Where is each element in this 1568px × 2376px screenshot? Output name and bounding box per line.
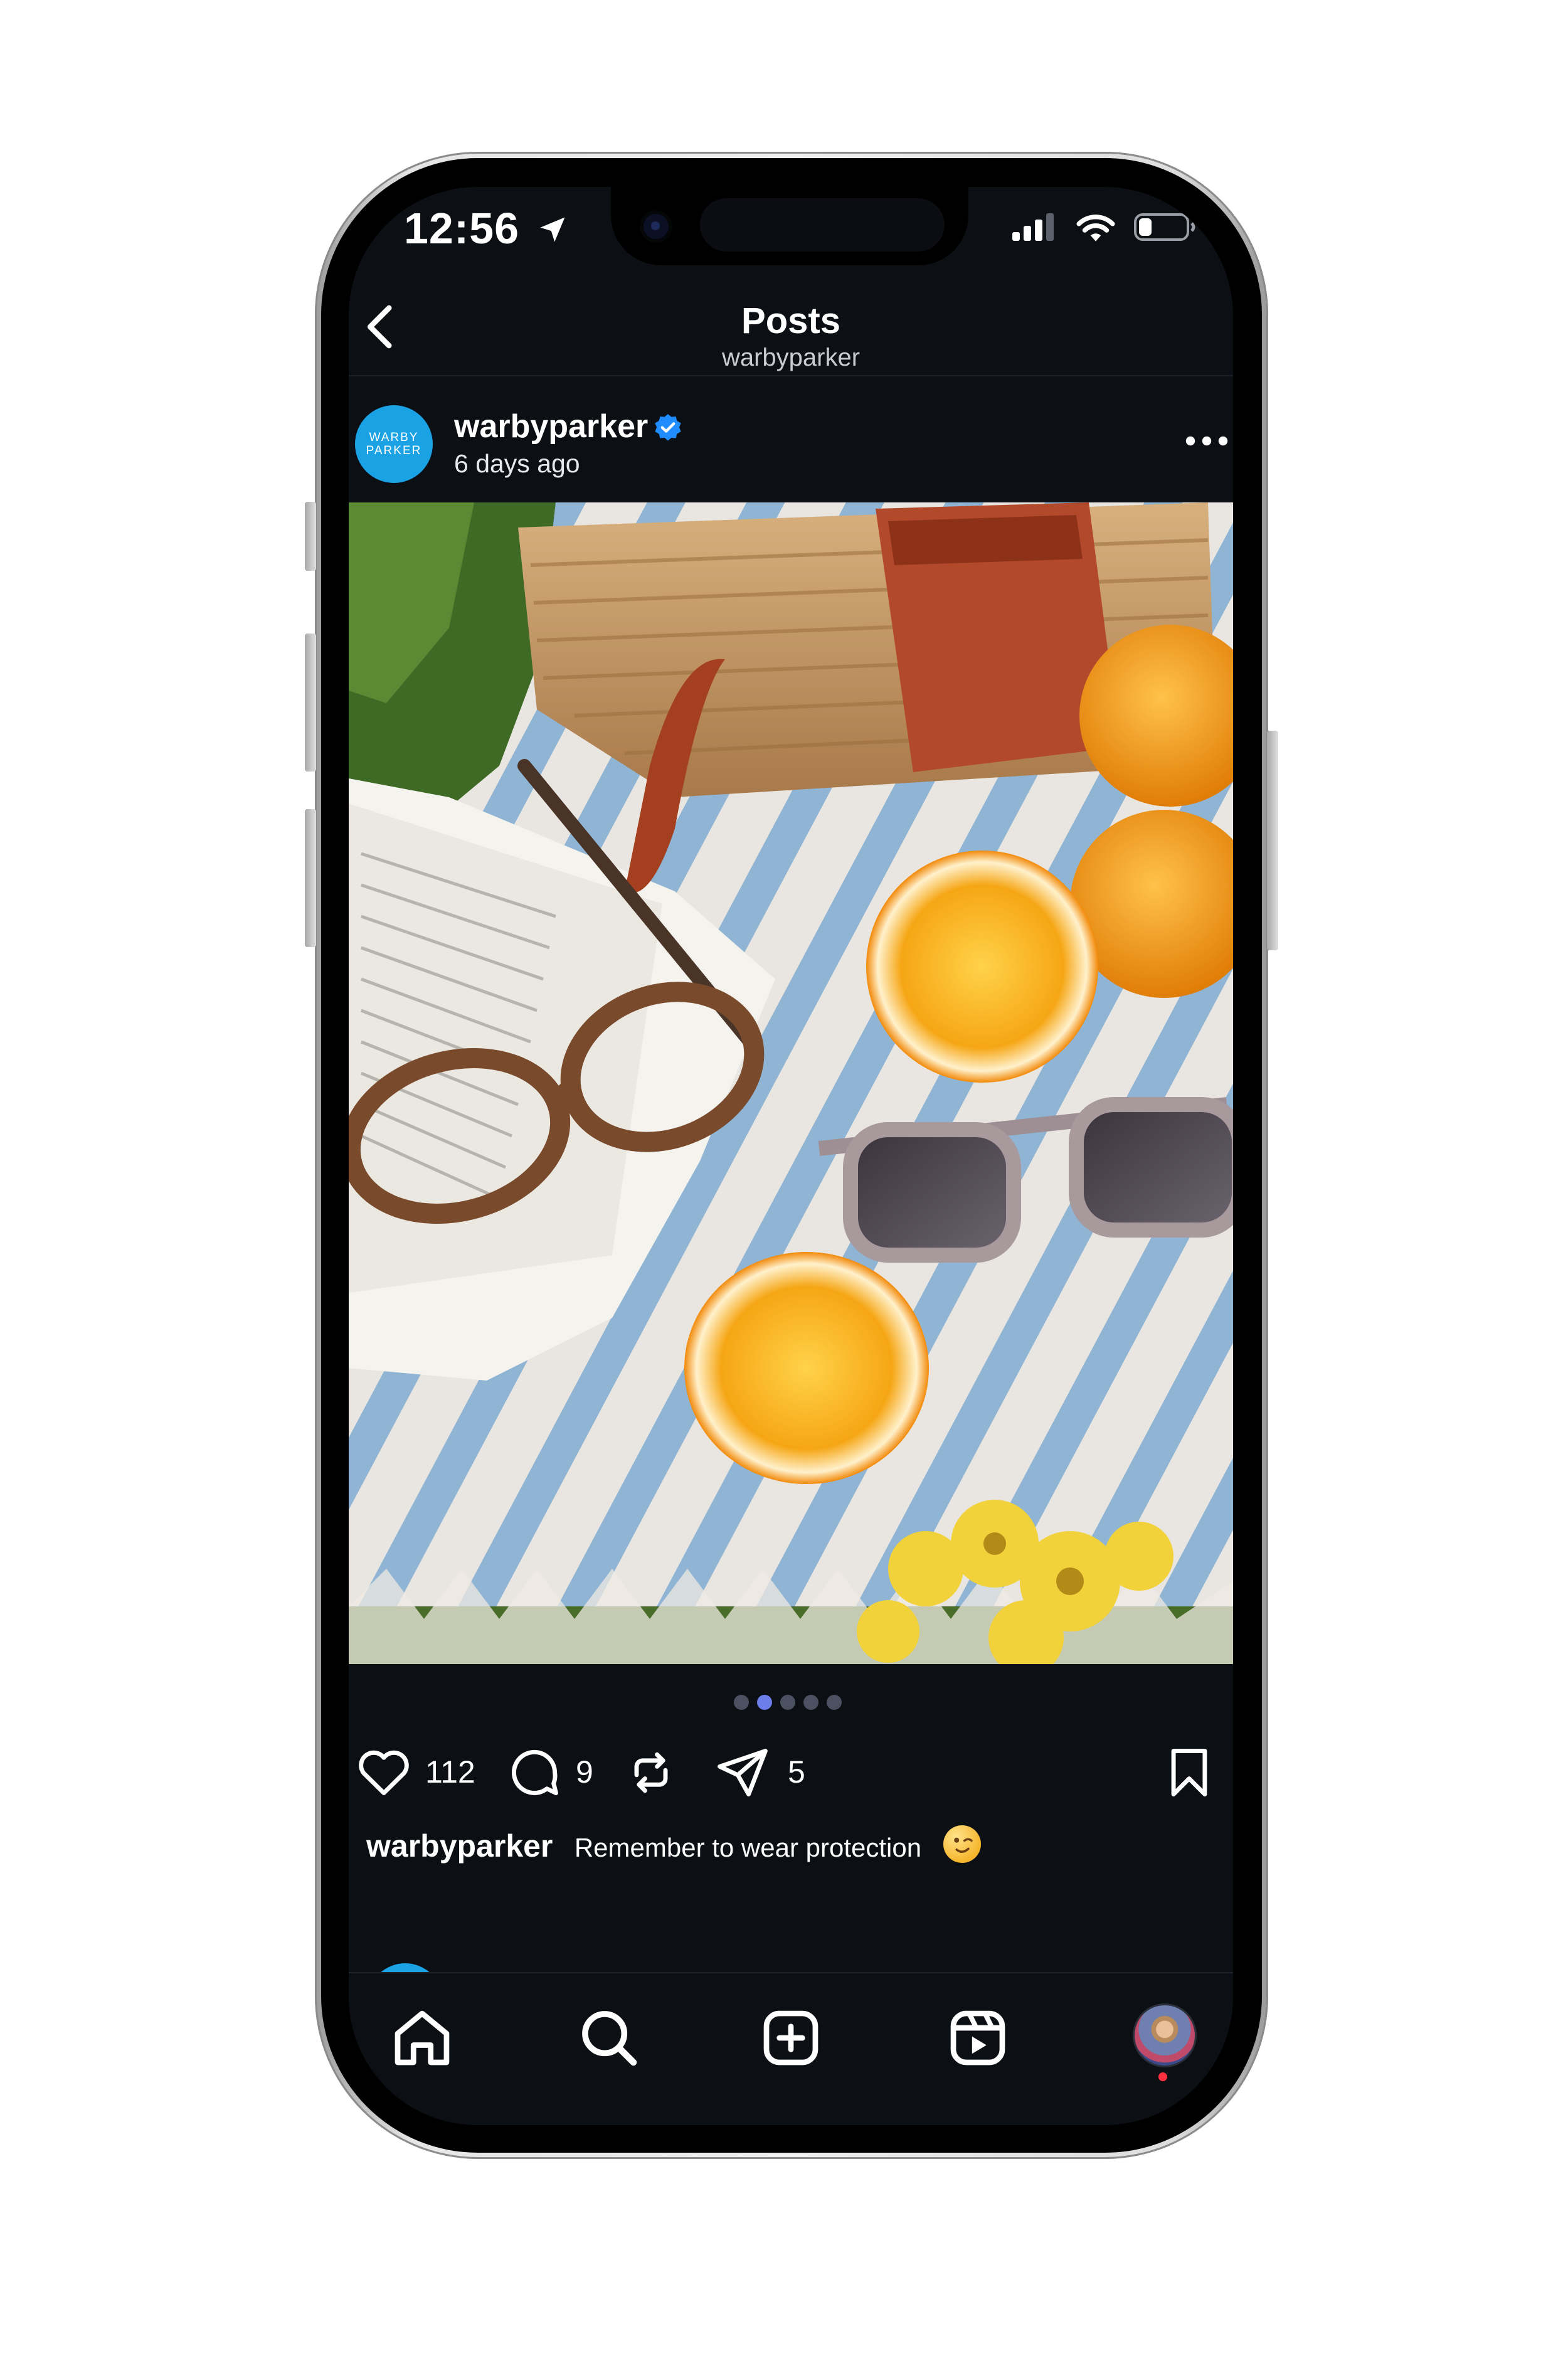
- repost-icon[interactable]: [622, 1744, 680, 1801]
- carousel-dot: [827, 1695, 842, 1710]
- page-title: Posts: [741, 300, 840, 341]
- winking-face-emoji: [943, 1825, 981, 1863]
- carousel-dot-active: [757, 1695, 772, 1710]
- power-button: [1267, 731, 1278, 950]
- post-actions: 112 9 5: [349, 1736, 1233, 1805]
- create-icon[interactable]: [756, 2003, 825, 2072]
- tab-bar: [349, 1972, 1233, 2125]
- bookmark-icon[interactable]: [1160, 1744, 1218, 1801]
- cellular-signal-icon: [1012, 213, 1054, 241]
- post-username[interactable]: warbyparker: [454, 408, 648, 445]
- post-time: 6 days ago: [454, 449, 580, 478]
- wifi-icon: [1076, 215, 1115, 241]
- heart-icon[interactable]: [355, 1744, 413, 1801]
- carousel-dot: [780, 1695, 795, 1710]
- home-icon[interactable]: [388, 2003, 457, 2072]
- location-arrow-icon: [540, 217, 564, 242]
- carousel-indicator: [734, 1695, 842, 1710]
- silent-switch: [305, 502, 316, 571]
- front-camera: [644, 214, 669, 239]
- post-photo[interactable]: [349, 502, 1233, 1664]
- page-subtitle[interactable]: warbyparker: [349, 344, 1233, 372]
- screen: 12:56 Posts warbyparker WARBY PARKER war…: [349, 187, 1233, 2125]
- post-caption: warbyparker Remember to wear protection: [366, 1825, 981, 1864]
- volume-down-button: [305, 809, 316, 947]
- avatar-text-line-1: WARBY: [369, 431, 419, 444]
- share-count[interactable]: 5: [788, 1754, 805, 1790]
- status-icons: [1012, 208, 1197, 246]
- status-time: 12:56: [404, 203, 569, 253]
- posts-header: Posts warbyparker: [349, 281, 1233, 376]
- reels-icon[interactable]: [943, 2003, 1012, 2072]
- battery-icon: [1134, 213, 1195, 241]
- carousel-dot: [803, 1695, 818, 1710]
- carousel-dot: [734, 1695, 749, 1710]
- like-count[interactable]: 112: [425, 1754, 475, 1790]
- verified-badge-icon: [655, 414, 681, 441]
- post-avatar[interactable]: WARBY PARKER: [355, 405, 433, 483]
- caption-username[interactable]: warbyparker: [366, 1828, 553, 1864]
- share-icon[interactable]: [714, 1744, 771, 1801]
- volume-up-button: [305, 634, 316, 772]
- comment-count[interactable]: 9: [576, 1754, 593, 1790]
- photo-illustration: [349, 502, 1233, 1664]
- comment-icon[interactable]: [506, 1744, 563, 1801]
- search-icon[interactable]: [575, 2003, 644, 2072]
- notification-dot: [1158, 2072, 1167, 2081]
- profile-avatar[interactable]: [1133, 2003, 1197, 2067]
- avatar-text-line-2: PARKER: [366, 444, 422, 457]
- post-header: WARBY PARKER warbyparker 6 days ago: [349, 394, 1233, 488]
- more-horizontal-icon[interactable]: [1184, 432, 1229, 450]
- caption-text: Remember to wear protection: [574, 1833, 922, 1862]
- dynamic-island: [700, 198, 945, 252]
